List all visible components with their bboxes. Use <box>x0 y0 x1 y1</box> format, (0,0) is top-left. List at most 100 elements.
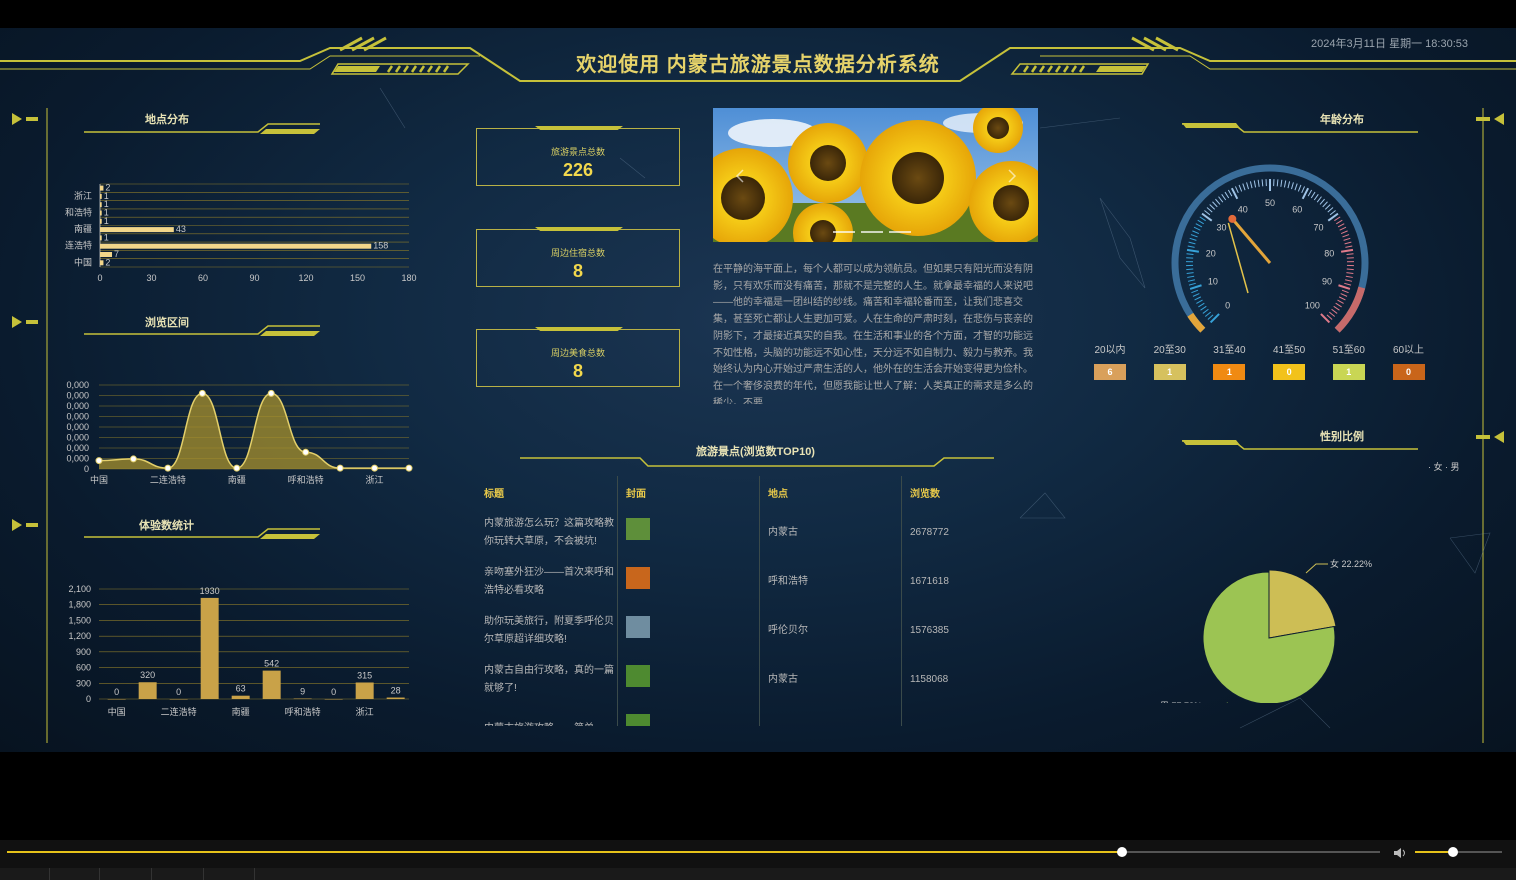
table-row[interactable]: 亲吻塞外狂沙——首次来呼和浩特必看攻略 呼和浩特 1671618 <box>476 557 1038 606</box>
banner-carousel-image[interactable] <box>713 108 1038 242</box>
y-tick-label: 0,000 <box>66 391 89 401</box>
location-bar-chart: 0 30 60 90 120 150 1802中国7158连浩特143南疆11和浩特11浙江… <box>65 183 417 283</box>
col-header-place: 地点 <box>759 476 902 508</box>
table-row[interactable]: 助你玩美旅行，附夏季呼伦贝尔草原超详细攻略! 呼伦贝尔 1576385 <box>476 606 1038 655</box>
gauge-tick <box>1253 180 1257 188</box>
y-category-label: 和浩特 <box>65 207 92 218</box>
gauge-tick <box>1234 186 1239 194</box>
y-tick-label: 0,000 <box>66 433 89 443</box>
stat-value: 8 <box>572 361 583 381</box>
data-point <box>164 464 172 472</box>
y-tick-label: 1,500 <box>68 615 91 625</box>
bar-data-label: 28 <box>391 686 401 696</box>
gauge-tick <box>1329 210 1336 216</box>
x-category-label: 中国 <box>90 474 108 485</box>
topten-table-viewport[interactable]: 标题 封面 地点 浏览数 内蒙旅游怎么玩？这篇攻略教你玩转大草原，不会被坑! 内… <box>476 476 1038 726</box>
gauge-tick <box>1212 201 1218 208</box>
row-title[interactable]: 内蒙旅游怎么玩？这篇攻略教你玩转大草原，不会被坑! <box>476 508 618 557</box>
stat-box-cap <box>535 126 623 130</box>
bar <box>100 210 102 216</box>
gauge-tick <box>1204 311 1211 317</box>
gauge-tick <box>1200 305 1207 311</box>
volume-icon[interactable] <box>1393 845 1407 859</box>
table-row[interactable]: 内蒙旅游怎么玩？这篇攻略教你玩转大草原，不会被坑! 内蒙古 2678772 <box>476 508 1038 557</box>
gauge-tick <box>1316 196 1322 203</box>
x-category-label: 南疆 <box>232 706 250 717</box>
gauge-tick <box>1339 226 1347 231</box>
row-title[interactable]: 内蒙古旅游攻略——简单 <box>476 704 618 726</box>
y-tick-label: 600 <box>76 663 91 673</box>
gauge-tick <box>1198 302 1205 308</box>
gauge-tick <box>1344 282 1352 286</box>
table-row[interactable]: 内蒙古旅游攻略——简单 <box>476 704 1038 726</box>
bar <box>293 698 312 700</box>
y-category-label: 中国 <box>74 256 92 267</box>
gauge-tick <box>1340 293 1348 297</box>
data-point <box>405 464 413 472</box>
gauge-tick <box>1301 186 1306 194</box>
table-header-row: 标题 封面 地点 浏览数 <box>476 476 1038 508</box>
stat-box-scenic: 旅游景点总数 226 <box>476 126 680 186</box>
x-tick-label: 0 <box>97 273 102 283</box>
data-point <box>198 389 206 397</box>
gauge-tick <box>1194 296 1202 301</box>
gauge-tick <box>1186 268 1194 271</box>
taskbar-slot[interactable] <box>152 868 204 880</box>
gauge-tick <box>1246 182 1249 190</box>
bar <box>169 699 188 700</box>
row-title[interactable]: 亲吻塞外狂沙——首次来呼和浩特必看攻略 <box>476 557 618 606</box>
y-tick-label: 0,000 <box>66 380 89 390</box>
progress-handle[interactable] <box>1117 847 1127 857</box>
gauge-tick <box>1196 299 1203 304</box>
row-views: 1576385 <box>910 624 949 636</box>
data-point <box>233 464 241 472</box>
gauge-tick-label: 40 <box>1238 205 1248 215</box>
row-place: 呼和浩特 <box>759 557 902 606</box>
bar-data-label: 0 <box>176 687 181 697</box>
bar <box>200 597 219 699</box>
pie-slice-label: 女 22.22% <box>1330 558 1372 569</box>
x-tick-label: 30 <box>146 273 156 283</box>
bar-data-label: 2 <box>105 183 110 193</box>
y-tick-label: 1,200 <box>68 631 91 641</box>
bar-data-label: 9 <box>300 687 305 697</box>
row-views: 2678772 <box>910 526 949 538</box>
y-tick-label: 0,000 <box>66 412 89 422</box>
data-point <box>129 455 137 463</box>
row-cover-image[interactable] <box>626 567 650 589</box>
taskbar-slot[interactable] <box>0 868 50 880</box>
gauge-tick <box>1340 248 1354 253</box>
row-cover-image[interactable] <box>626 714 650 726</box>
row-views: 1158068 <box>910 673 949 685</box>
experience-section-title: 体验数统计 <box>139 520 194 532</box>
data-point <box>267 389 275 397</box>
gauge-tick <box>1345 279 1353 282</box>
taskbar-slot[interactable] <box>50 868 100 880</box>
gauge-needle-tip <box>1228 214 1237 223</box>
gauge-tick <box>1297 184 1302 192</box>
y-tick-label: 2,100 <box>68 584 91 594</box>
row-title[interactable]: 助你玩美旅行，附夏季呼伦贝尔草原超详细攻略! <box>476 606 618 655</box>
gauge-tick <box>1238 184 1243 192</box>
gender-pie-chart: 女 22.22% 男 77.78% <box>1160 558 1372 703</box>
gauge-tick-label: 30 <box>1216 223 1226 233</box>
col-header-cover: 封面 <box>617 476 760 508</box>
table-row[interactable]: 内蒙古自由行攻略，真的一篇就够了! 内蒙古 1158068 <box>476 655 1038 704</box>
row-cover-image[interactable] <box>626 665 650 687</box>
taskbar-slot[interactable] <box>100 868 152 880</box>
row-cover-image[interactable] <box>626 518 650 540</box>
y-category-label: 浙江 <box>74 190 92 201</box>
pie-slice-label: 男 77.78% <box>1160 701 1202 703</box>
gauge-tick <box>1197 219 1204 225</box>
age-group-label: 31至40 <box>1213 345 1246 356</box>
age-group-label: 20以内 <box>1094 345 1126 356</box>
volume-handle[interactable] <box>1448 847 1458 857</box>
row-cover-image[interactable] <box>626 616 650 638</box>
gauge-tick-label: 0 <box>1225 300 1230 310</box>
gauge-tick <box>1346 272 1354 275</box>
taskbar-slot[interactable] <box>204 868 255 880</box>
row-title[interactable]: 内蒙古自由行攻略，真的一篇就够了! <box>476 655 618 704</box>
bar <box>138 682 157 699</box>
gender-legend[interactable]: · 女 · 男 <box>1428 460 1460 473</box>
age-group-label: 51至60 <box>1332 345 1365 356</box>
